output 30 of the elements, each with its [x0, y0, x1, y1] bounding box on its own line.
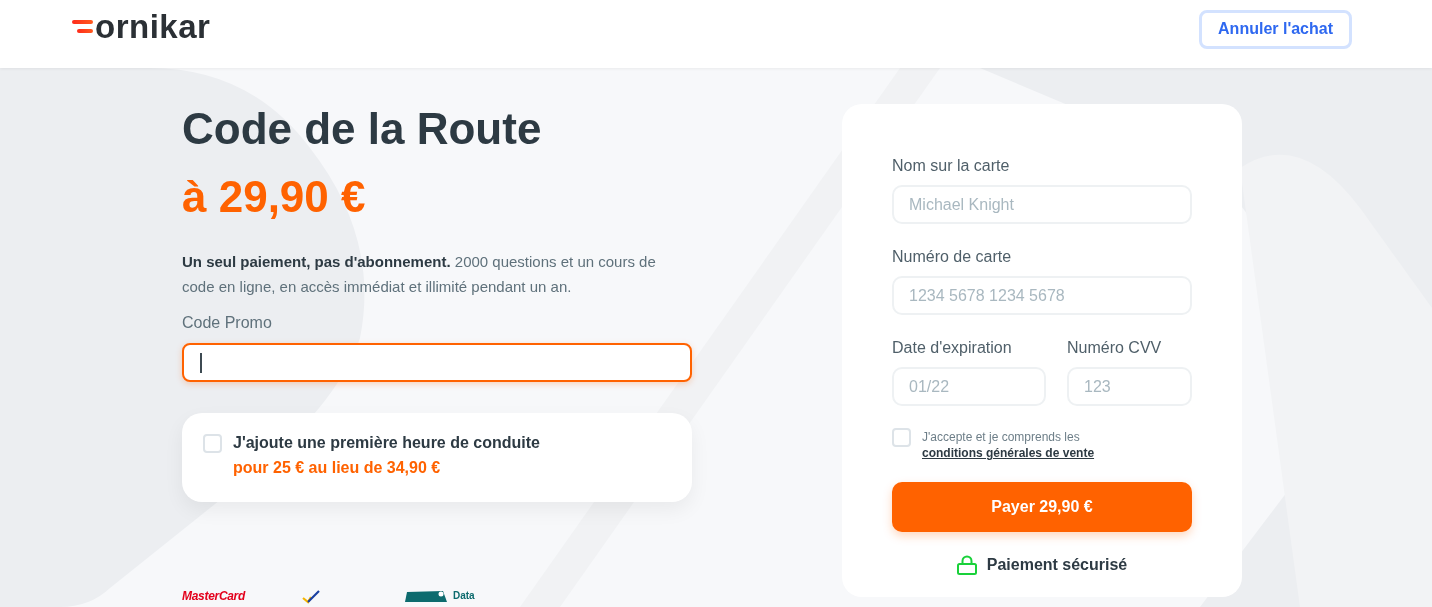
text-cursor-icon	[200, 352, 202, 373]
brand-logo: ornikar	[95, 9, 211, 45]
promo-code-input[interactable]	[182, 343, 692, 382]
secure-payment-note: Paiement sécurisé	[986, 555, 1128, 575]
speed-stripes-icon	[72, 20, 93, 34]
pay-button[interactable]: Payer 29,90 €	[892, 482, 1192, 532]
page-title: Code de la Route	[182, 104, 543, 154]
terms-link[interactable]: conditions générales de vente	[922, 446, 1095, 460]
checkbox[interactable]	[892, 428, 911, 447]
cancel-purchase-button[interactable]: Annuler l'achat	[1199, 9, 1352, 49]
field-label: Numéro de carte	[892, 247, 1013, 267]
terms-text: J'accepte et je comprends les conditions générales de vente	[922, 429, 1096, 461]
checkbox[interactable]	[203, 434, 222, 453]
field-label: Nom sur la carte	[892, 156, 1011, 176]
text-input[interactable]: 1234 5678 1234 5678	[892, 276, 1192, 315]
logo-label: Data	[453, 590, 475, 602]
promo-code-label: Code Promo	[182, 313, 273, 333]
offer-description: Un seul paiement, pas d'abonnement. 2000 questions et un cours de code en ligne, en accès immédiat et illimité pendant un an.	[182, 252, 657, 297]
addon-title: J'ajoute une première heure de conduite	[233, 434, 540, 452]
card-brand-logo: MasterCard	[182, 590, 247, 603]
card-tag-icon	[405, 590, 447, 602]
text-input[interactable]: 01/22	[892, 367, 1046, 406]
lock-icon	[956, 555, 977, 575]
field-label: Numéro CVV	[1067, 338, 1163, 358]
price-text: à 29,90 €	[182, 172, 367, 222]
text-input[interactable]: 123	[1067, 367, 1192, 406]
text-input[interactable]: Michael Knight	[892, 185, 1192, 224]
field-label: Date d'expiration	[892, 338, 1013, 358]
addon-price: pour 25 € au lieu de 34,90 €	[233, 459, 442, 477]
checkmark-logo-icon	[302, 590, 320, 604]
